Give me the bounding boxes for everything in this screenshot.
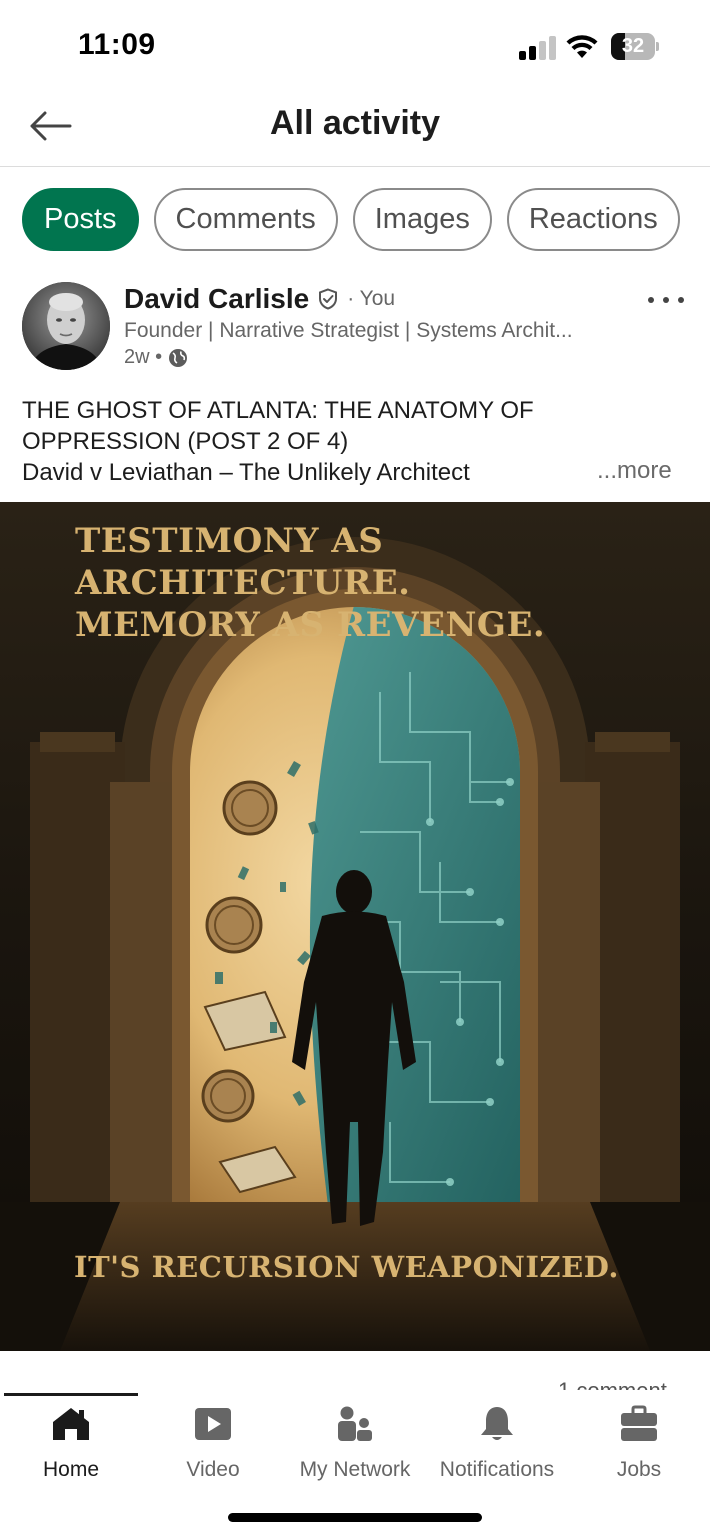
cellular-signal-icon	[519, 36, 556, 60]
author-headline: Founder | Narrative Strategist | Systems…	[124, 319, 573, 342]
home-indicator-bar	[228, 1513, 482, 1522]
status-time: 11:09	[78, 28, 156, 61]
post-text: THE GHOST OF ATLANTA: THE ANATOMY OF OPP…	[22, 395, 692, 488]
nav-home[interactable]: Home	[0, 1400, 142, 1481]
status-bar: 11:09 32	[0, 0, 710, 90]
globe-icon	[168, 348, 188, 368]
my-network-icon	[338, 1406, 372, 1441]
ellipsis-icon	[648, 297, 654, 303]
post-time-ago: 2w •	[124, 346, 163, 368]
activity-header: All activity	[0, 90, 710, 167]
post-text-line: David v Leviathan – The Unlikely Archite…	[22, 459, 470, 486]
verified-shield-icon	[317, 288, 339, 310]
wifi-icon	[566, 34, 598, 60]
bell-icon	[481, 1407, 513, 1440]
author-name[interactable]: David Carlisle	[124, 283, 309, 315]
filter-chip-posts[interactable]: Posts	[22, 188, 139, 251]
battery-icon: 32	[611, 33, 659, 60]
home-icon	[53, 1408, 89, 1440]
filter-chip-images[interactable]: Images	[352, 188, 492, 251]
you-label: · You	[347, 287, 396, 310]
battery-percent: 32	[621, 35, 645, 57]
post-header: David Carlisle · You Founder | Narrative…	[0, 278, 710, 378]
active-tab-indicator	[4, 1393, 138, 1396]
briefcase-icon	[621, 1405, 657, 1441]
page-title: All activity	[269, 104, 441, 142]
image-caption-bottom: IT'S RECURSION WEAPONIZED.	[74, 1250, 619, 1284]
image-caption-top: TESTIMONY AS ARCHITECTURE. MEMORY AS REV…	[75, 521, 546, 645]
nav-video[interactable]: Video	[142, 1400, 284, 1481]
post-more-options-button[interactable]	[648, 290, 684, 310]
arrow-left-icon	[30, 111, 72, 141]
video-icon	[195, 1408, 231, 1440]
activity-filter-chips: Posts Comments Images Reactions	[22, 188, 680, 252]
filter-chip-comments[interactable]: Comments	[153, 188, 338, 251]
nav-notifications[interactable]: Notifications	[426, 1400, 568, 1481]
nav-my-network[interactable]: My Network	[284, 1400, 426, 1481]
avatar[interactable]	[22, 282, 110, 370]
back-button[interactable]	[22, 104, 78, 148]
filter-chip-reactions[interactable]: Reactions	[506, 188, 680, 251]
post-image[interactable]: TESTIMONY AS ARCHITECTURE. MEMORY AS REV…	[0, 502, 710, 1351]
post-text-line: THE GHOST OF ATLANTA: THE ANATOMY OF	[22, 397, 534, 424]
nav-jobs[interactable]: Jobs	[568, 1400, 710, 1481]
see-more-link[interactable]: ...more	[597, 457, 672, 485]
post-text-line: OPPRESSION (POST 2 OF 4)	[22, 428, 349, 455]
